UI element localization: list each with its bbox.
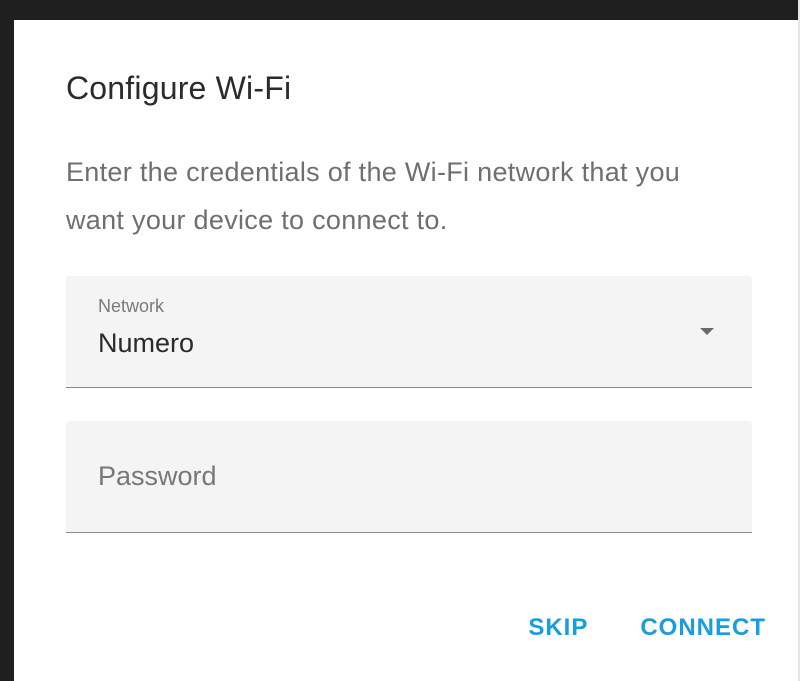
window-frame-top — [0, 0, 800, 20]
network-select[interactable]: Network Numero — [66, 276, 752, 388]
connect-button[interactable]: CONNECT — [640, 614, 766, 642]
password-field-container[interactable] — [66, 421, 752, 533]
skip-button[interactable]: SKIP — [528, 614, 588, 642]
dialog-actions: SKIP CONNECT — [528, 614, 766, 642]
dialog-description: Enter the credentials of the Wi-Fi netwo… — [66, 157, 681, 235]
chevron-down-icon[interactable] — [700, 328, 714, 335]
network-field-value: Numero — [98, 328, 195, 358]
network-field-label: Network — [98, 296, 165, 316]
password-field[interactable] — [98, 461, 698, 492]
window-frame-left — [0, 0, 14, 681]
dialog-title: Configure Wi-Fi — [66, 70, 292, 106]
wifi-config-dialog: Configure Wi-Fi Enter the credentials of… — [14, 20, 798, 681]
